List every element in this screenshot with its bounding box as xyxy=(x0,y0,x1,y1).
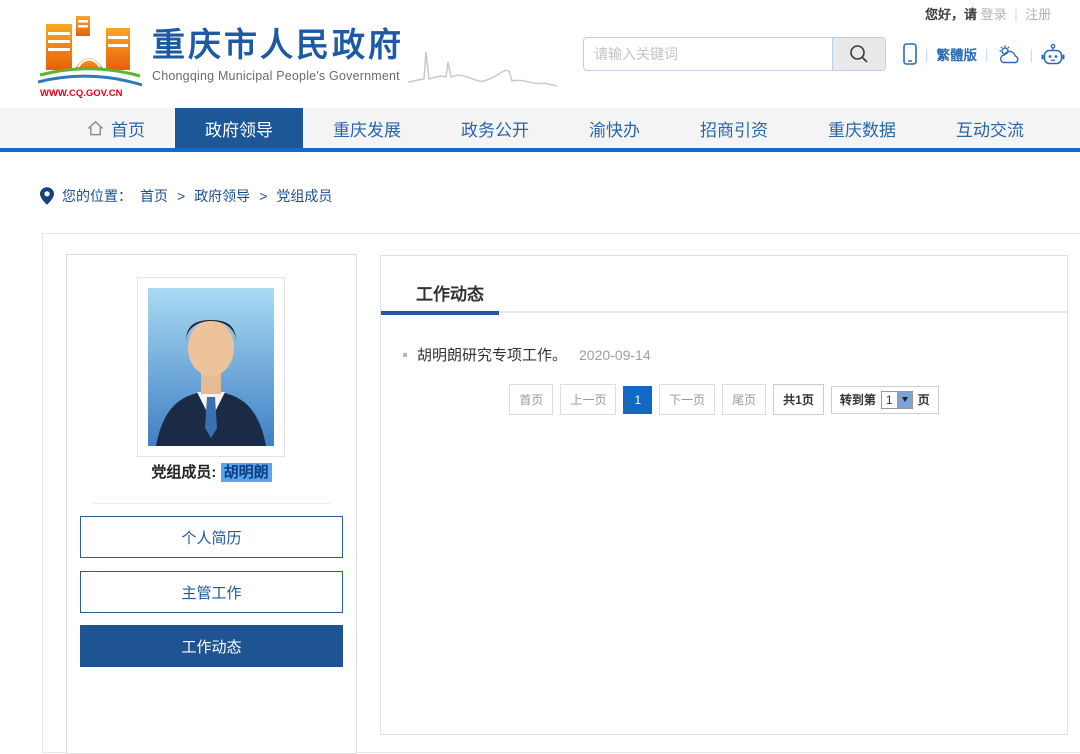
nav-item-chongqing-data[interactable]: 重庆数据 xyxy=(798,108,926,148)
profile-divider xyxy=(93,503,330,504)
nav-item-yukuaiban[interactable]: 渝快办 xyxy=(559,108,670,148)
pagination-goto-box: 转到第 1 页 xyxy=(831,386,939,414)
search-input[interactable] xyxy=(584,38,832,70)
nav-item-label: 渝快办 xyxy=(589,116,640,141)
goto-page-value: 1 xyxy=(882,392,897,408)
greeting-separator: | xyxy=(1014,7,1017,22)
search-icon xyxy=(848,43,870,65)
login-link[interactable]: 登录 xyxy=(981,7,1007,22)
section-accent-bar xyxy=(381,311,499,315)
nav-item-label: 招商引资 xyxy=(700,116,768,141)
search-button[interactable] xyxy=(832,38,885,70)
pagination-next-button[interactable]: 下一页 xyxy=(659,384,715,415)
skyline-graphic xyxy=(408,42,558,90)
section-title: 工作动态 xyxy=(416,280,484,305)
sidebar-item-label: 个人简历 xyxy=(181,527,241,548)
quick-links-separator: | xyxy=(1030,47,1034,62)
breadcrumb-separator: > xyxy=(177,188,185,204)
nav-item-chongqing-development[interactable]: 重庆发展 xyxy=(303,108,431,148)
nav-item-label: 首页 xyxy=(111,116,145,141)
breadcrumb-separator: > xyxy=(259,188,267,204)
nav-item-government-leaders[interactable]: 政府领导 xyxy=(175,108,303,148)
section-header: 工作动态 xyxy=(381,256,1067,313)
sidebar-item-label: 工作动态 xyxy=(181,636,241,657)
nav-item-label: 互动交流 xyxy=(956,116,1024,141)
quick-links: | 繁體版 | | xyxy=(903,42,1065,66)
leader-name: 胡明朗 xyxy=(221,463,272,482)
traditional-chinese-link[interactable]: 繁體版 xyxy=(937,44,978,64)
bullet-icon xyxy=(403,353,407,357)
nav-item-label: 政务公开 xyxy=(461,116,529,141)
breadcrumb: 您的位置： 首页 > 政府领导 > 党组成员 xyxy=(40,186,332,206)
register-link[interactable]: 注册 xyxy=(1025,7,1051,22)
main-panel: 工作动态 胡明朗研究专项工作。 2020-09-14 首页 上一页 1 下一页 … xyxy=(380,255,1068,735)
role-label: 党组成员: xyxy=(151,464,216,481)
sidebar-item-resume[interactable]: 个人简历 xyxy=(80,516,343,558)
breadcrumb-prefix: 您的位置： xyxy=(62,186,132,206)
home-icon xyxy=(86,119,105,137)
pagination-total-pages: 共1页 xyxy=(773,384,824,415)
nav-item-government-affairs[interactable]: 政务公开 xyxy=(431,108,559,148)
site-logo[interactable]: WWW.CQ.GOV.CN 重庆市人民政府 Chongqing Municipa… xyxy=(38,12,558,98)
pagination-first-button[interactable]: 首页 xyxy=(509,384,553,415)
site-subtitle: Chongqing Municipal People's Government xyxy=(152,69,404,83)
main-nav: 首页 政府领导 重庆发展 政务公开 渝快办 招商引资 重庆数据 互动交流 xyxy=(0,108,1080,148)
nav-item-label: 政府领导 xyxy=(205,116,273,141)
goto-prefix-label: 转到第 xyxy=(840,391,876,408)
greeting-text: 您好，请 xyxy=(925,7,977,22)
sidebar-item-work-updates[interactable]: 工作动态 xyxy=(80,625,343,667)
quick-links-separator: | xyxy=(985,47,989,62)
profile-name-row: 党组成员: 胡明朗 xyxy=(67,461,356,482)
dropdown-arrow-icon[interactable] xyxy=(897,392,912,408)
nav-item-investment[interactable]: 招商引资 xyxy=(670,108,798,148)
logo-buildings-icon: WWW.CQ.GOV.CN xyxy=(38,12,142,98)
article-list-item: 胡明朗研究专项工作。 2020-09-14 xyxy=(403,344,651,365)
sidebar-item-label: 主管工作 xyxy=(181,582,241,603)
robot-icon[interactable] xyxy=(1041,44,1065,65)
breadcrumb-item-current: 党组成员 xyxy=(276,186,332,206)
portrait-photo xyxy=(148,288,274,446)
quick-links-separator: | xyxy=(925,47,929,62)
nav-item-interaction[interactable]: 互动交流 xyxy=(926,108,1054,148)
goto-page-select[interactable]: 1 xyxy=(881,391,913,409)
nav-item-home[interactable]: 首页 xyxy=(56,108,175,148)
sidebar-item-responsibilities[interactable]: 主管工作 xyxy=(80,571,343,613)
location-pin-icon xyxy=(40,187,54,205)
nav-accent-bar xyxy=(0,148,1080,152)
svg-text:WWW.CQ.GOV.CN: WWW.CQ.GOV.CN xyxy=(40,88,123,98)
profile-panel: 党组成员: 胡明朗 个人简历 主管工作 工作动态 xyxy=(66,254,357,754)
article-title-link[interactable]: 胡明朗研究专项工作。 xyxy=(417,344,567,365)
pagination-current-page[interactable]: 1 xyxy=(623,386,652,414)
article-date: 2020-09-14 xyxy=(579,347,651,363)
breadcrumb-item-leaders[interactable]: 政府领导 xyxy=(194,186,250,206)
site-title: 重庆市人民政府 xyxy=(152,28,404,61)
pagination-prev-button[interactable]: 上一页 xyxy=(560,384,616,415)
greeting-bar: 您好，请 登录 | 注册 xyxy=(925,4,1051,23)
nav-item-label: 重庆数据 xyxy=(828,116,896,141)
goto-suffix-label: 页 xyxy=(918,391,930,408)
pagination-last-button[interactable]: 尾页 xyxy=(722,384,766,415)
weather-icon[interactable] xyxy=(997,45,1022,64)
search-box xyxy=(583,37,886,71)
mobile-icon[interactable] xyxy=(903,43,917,65)
breadcrumb-item-home[interactable]: 首页 xyxy=(140,186,168,206)
pagination: 首页 上一页 1 下一页 尾页 共1页 转到第 1 页 xyxy=(381,384,1067,415)
nav-item-label: 重庆发展 xyxy=(333,116,401,141)
portrait-frame xyxy=(137,277,285,457)
